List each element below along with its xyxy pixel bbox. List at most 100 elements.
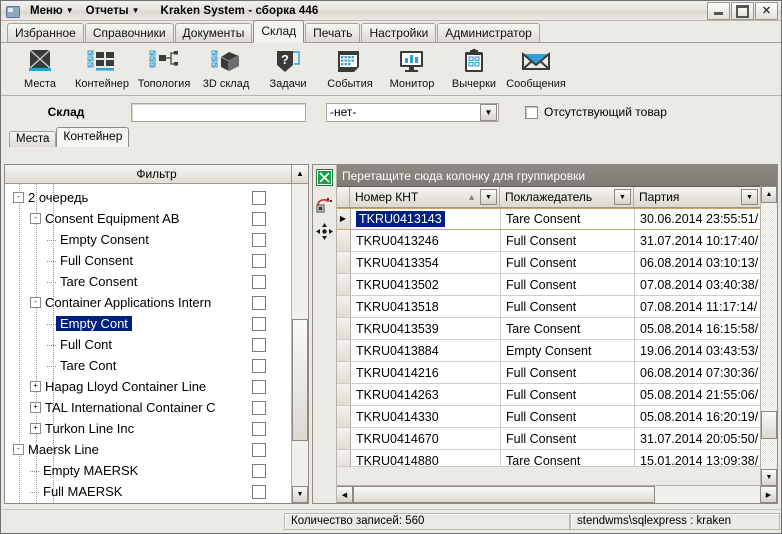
table-row[interactable]: TKRU0413539 Tare Consent 05.08.2014 16:15:… — [336, 318, 777, 340]
tree-item-checkbox[interactable] — [252, 274, 266, 289]
grid-vscroll-thumb[interactable] — [761, 411, 777, 439]
table-row[interactable]: ▶ TKRU0413143 Tare Consent 30.06.2014 23:55… — [336, 208, 777, 230]
column-filter-button-container-number[interactable]: ▼ — [480, 189, 497, 205]
grid-scroll-down-button[interactable]: ▼ — [761, 469, 777, 486]
collapse-toggle-icon[interactable]: - — [30, 213, 41, 224]
tab-favorites[interactable]: Избранное — [7, 23, 84, 42]
table-row[interactable]: TKRU0413354 Full Consent 06.08.2014 03:10:… — [336, 252, 777, 274]
table-row[interactable]: TKRU0413518 Full Consent 07.08.2014 11:17:… — [336, 296, 777, 318]
grid-vscroll-track[interactable] — [761, 203, 777, 411]
toolbar-button-strikeouts[interactable]: Вычерки — [443, 45, 505, 90]
tree-item[interactable]: + Hapag Lloyd Container Line — [5, 376, 291, 397]
grid-scroll-right-button[interactable]: ▶ — [760, 486, 777, 503]
toolbar-button-events[interactable]: События — [319, 45, 381, 90]
tree-scroll-down-button[interactable]: ▼ — [292, 486, 308, 503]
toolbar-button-tasks[interactable]: ? Задачи — [257, 45, 319, 90]
close-button[interactable]: ✕ — [755, 2, 778, 20]
toolbar-button-places[interactable]: Места — [9, 45, 71, 90]
tree-item-checkbox[interactable] — [252, 400, 266, 415]
subtab-container[interactable]: Контейнер — [56, 127, 130, 147]
tree-item[interactable]: Tare Consent — [5, 271, 291, 292]
column-filter-button-batch[interactable]: ▼ — [741, 189, 758, 205]
tree-item[interactable]: Empty MAERSK — [5, 460, 291, 481]
tree-item[interactable]: Full Consent — [5, 250, 291, 271]
toolbar-button-monitor[interactable]: Монитор — [381, 45, 443, 90]
undo-arrow-icon[interactable] — [316, 196, 333, 216]
tree-scroll-track[interactable] — [292, 184, 308, 319]
group-by-drop-area[interactable]: Перетащите сюда колонку для группировки — [336, 165, 777, 187]
tree-item[interactable]: - Consent Equipment AB — [5, 208, 291, 229]
grid-horizontal-scrollbar[interactable]: ◀ ▶ — [336, 485, 777, 503]
tree-item-checkbox[interactable] — [252, 211, 266, 226]
tree-item-checkbox[interactable] — [252, 190, 266, 205]
tree-item-checkbox[interactable] — [252, 379, 266, 394]
column-filter-button-depositor[interactable]: ▼ — [614, 189, 631, 205]
tree-item[interactable]: Empty Cont — [5, 313, 291, 334]
tree-item[interactable]: + TAL International Container C — [5, 397, 291, 418]
tree-item[interactable]: Maersk Line Test — [5, 502, 291, 503]
toolbar-button-3d-warehouse[interactable]: 3D склад — [195, 45, 257, 90]
table-row[interactable]: TKRU0413502 Full Consent 07.08.2014 03:40:… — [336, 274, 777, 296]
missing-goods-checkbox-group[interactable]: Отсутствующий товар — [525, 105, 667, 119]
warehouse-select[interactable]: -нет- ▼ — [326, 102, 499, 122]
tree-item-checkbox[interactable] — [252, 442, 266, 457]
tree-item[interactable]: - Container Applications Intern — [5, 292, 291, 313]
tree-item[interactable]: Full Cont — [5, 334, 291, 355]
toolbar-button-topology[interactable]: Топология — [133, 45, 195, 90]
collapse-toggle-icon[interactable]: - — [30, 297, 41, 308]
tree-scroll-track-lower[interactable] — [292, 441, 308, 486]
warehouse-search-input[interactable] — [131, 102, 306, 122]
grid-header-batch[interactable]: Партия ▼ — [634, 187, 777, 207]
table-row[interactable]: TKRU0414263 Full Consent 05.08.2014 21:55:… — [336, 384, 777, 406]
table-row[interactable]: TKRU0414330 Full Consent 05.08.2014 16:20:… — [336, 406, 777, 428]
tree-item-checkbox[interactable] — [252, 421, 266, 436]
table-row[interactable]: TKRU0414670 Full Consent 31.07.2014 20:05:… — [336, 428, 777, 450]
toolbar-button-messages[interactable]: Сообщения — [505, 45, 567, 90]
excel-export-icon[interactable] — [316, 169, 333, 189]
tree-item-checkbox[interactable] — [252, 463, 266, 478]
grid-vertical-scrollbar[interactable]: ▲ ▼ — [760, 186, 777, 486]
tree-item[interactable]: + Turkon Line Inc — [5, 418, 291, 439]
menu-button-reports[interactable]: Отчеты ▼ — [81, 4, 145, 18]
tab-warehouse[interactable]: Склад — [253, 20, 305, 43]
expand-toggle-icon[interactable]: + — [30, 381, 41, 392]
tree-scroll-up-button[interactable]: ▲ — [291, 165, 308, 183]
tree-item[interactable]: - Maersk Line — [5, 439, 291, 460]
tree-item-checkbox[interactable] — [252, 316, 266, 331]
grid-scroll-up-button[interactable]: ▲ — [761, 186, 777, 203]
tree-item-checkbox[interactable] — [252, 358, 266, 373]
expand-toggle-icon[interactable]: + — [30, 402, 41, 413]
tree-item-checkbox[interactable] — [252, 295, 266, 310]
menu-button-menu[interactable]: Меню ▼ — [25, 4, 79, 18]
table-row[interactable]: TKRU0413246 Full Consent 31.07.2014 10:17:… — [336, 230, 777, 252]
tree-item[interactable]: Empty Consent — [5, 229, 291, 250]
missing-goods-checkbox[interactable] — [525, 105, 538, 119]
table-row[interactable]: TKRU0414880 Tare Consent 15.01.2014 13:09:… — [336, 450, 777, 466]
toolbar-button-container[interactable]: Контейнер — [71, 45, 133, 90]
tab-settings[interactable]: Настройки — [361, 23, 437, 42]
table-row[interactable]: TKRU0414216 Full Consent 06.08.2014 07:30:… — [336, 362, 777, 384]
tree-item[interactable]: Full MAERSK — [5, 481, 291, 502]
tree-item[interactable]: Tare Cont — [5, 355, 291, 376]
grid-header-container-number[interactable]: Номер КНТ ▲ ▼ — [350, 187, 500, 207]
grid-hscroll-track[interactable] — [655, 486, 760, 503]
grid-scroll-left-button[interactable]: ◀ — [336, 486, 353, 503]
maximize-button[interactable] — [731, 2, 754, 20]
tree-item-checkbox[interactable] — [252, 232, 266, 247]
tab-catalogs[interactable]: Справочники — [84, 23, 174, 42]
tree-item-checkbox[interactable] — [252, 337, 266, 352]
grid-hscroll-thumb[interactable] — [353, 486, 655, 503]
tree-item[interactable]: -2 очередь — [5, 187, 291, 208]
tree-item-checkbox[interactable] — [252, 484, 266, 499]
tab-print[interactable]: Печать — [305, 23, 361, 42]
grid-header-depositor[interactable]: Поклажедатель ▼ — [500, 187, 634, 207]
tree-scroll-thumb[interactable] — [292, 319, 308, 441]
tree-vertical-scrollbar[interactable]: ▼ — [291, 184, 308, 503]
tab-administrator[interactable]: Администратор — [437, 23, 540, 42]
minimize-button[interactable] — [707, 2, 730, 20]
table-row[interactable]: TKRU0413884 Empty Consent 19.06.2014 03:43… — [336, 340, 777, 362]
collapse-toggle-icon[interactable]: - — [13, 444, 24, 455]
expand-toggle-icon[interactable]: + — [30, 423, 41, 434]
tree-item-checkbox[interactable] — [252, 253, 266, 268]
grid-vscroll-track-lower[interactable] — [761, 439, 777, 469]
